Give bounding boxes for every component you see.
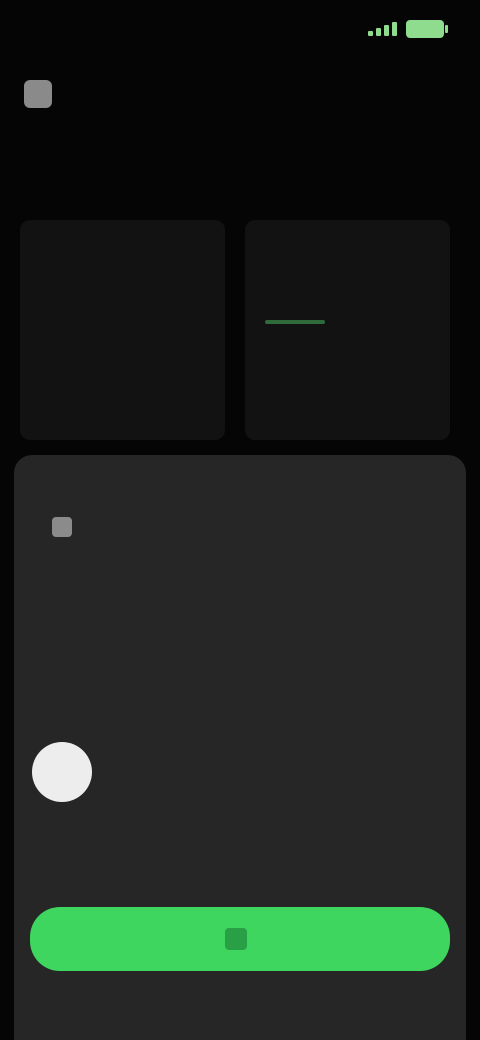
tab-bar	[0, 145, 480, 195]
app-screen	[0, 0, 480, 1040]
stat-card-left[interactable]	[20, 220, 225, 440]
signal-icon	[368, 22, 398, 36]
quick-amount-chips	[28, 740, 458, 802]
status-bar	[0, 0, 480, 60]
asset-icon[interactable]	[52, 517, 72, 537]
sheet-footer	[34, 863, 446, 887]
stat-card-right[interactable]	[245, 220, 450, 440]
bottom-sheet	[14, 455, 466, 1040]
chip-selected-indicator[interactable]	[32, 742, 92, 802]
back-arrow-icon[interactable]	[24, 80, 52, 108]
action-icon	[225, 928, 247, 950]
status-icons	[368, 20, 448, 38]
page-header	[24, 80, 64, 108]
stat-accent-bar	[265, 320, 325, 324]
primary-action-button[interactable]	[30, 907, 450, 971]
battery-icon	[406, 20, 448, 38]
